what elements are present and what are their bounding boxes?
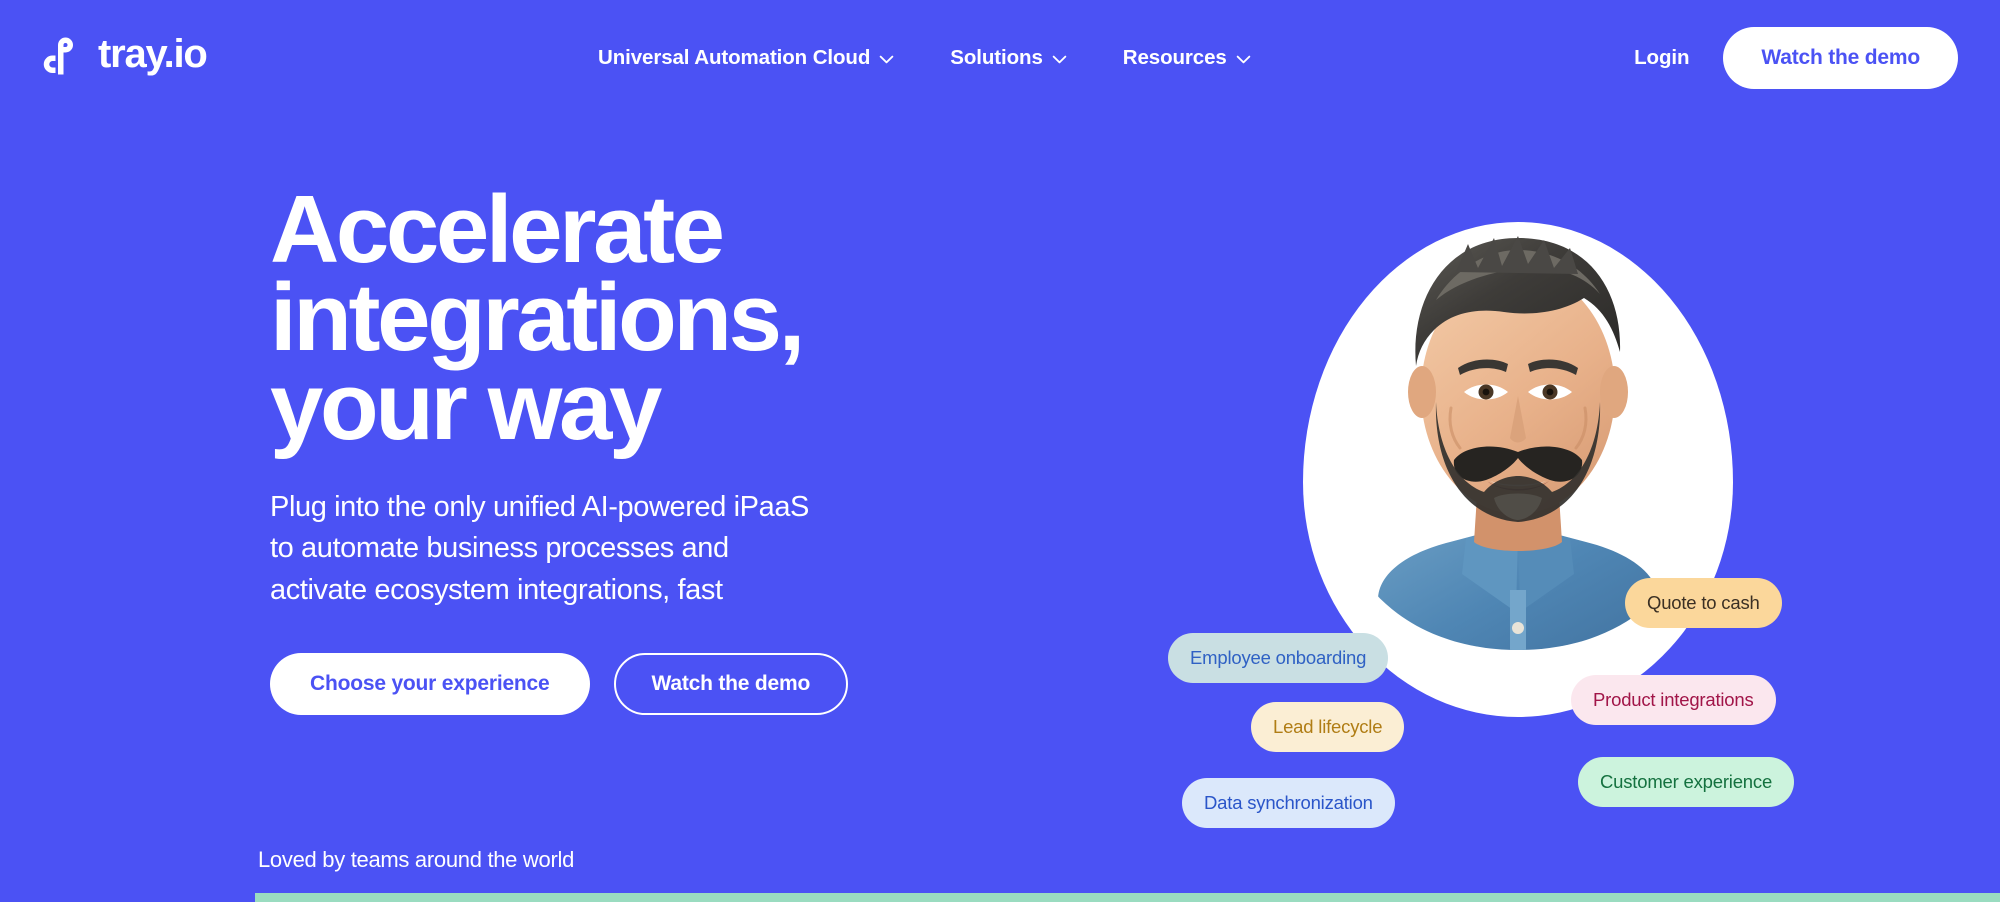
hero-subheadline: Plug into the only unified AI-powered iP… — [270, 490, 809, 606]
choose-your-experience-button[interactable]: Choose your experience — [270, 653, 590, 716]
bottom-accent-strip — [255, 893, 2000, 902]
pill-data-synchronization[interactable]: Data synchronization — [1182, 778, 1395, 828]
nav-item-solutions[interactable]: Solutions — [950, 38, 1067, 78]
hero-visual: Employee onboarding Lead lifecycle Data … — [1140, 180, 2000, 828]
site-header: tray.io Universal Automation Cloud Solut… — [0, 0, 2000, 115]
pill-employee-onboarding[interactable]: Employee onboarding — [1168, 633, 1389, 683]
nav-label: Resources — [1122, 45, 1227, 69]
pill-product-integrations[interactable]: Product integrations — [1571, 675, 1776, 725]
pill-lead-lifecycle[interactable]: Lead lifecycle — [1251, 702, 1405, 752]
hero-headline: Accelerate integrations, your way — [270, 176, 805, 460]
nav-label: Universal Automation Cloud — [598, 45, 871, 69]
nav-item-universal-automation-cloud[interactable]: Universal Automation Cloud — [598, 38, 894, 78]
hero-cta-group: Choose your experience Watch the demo — [270, 653, 990, 716]
main-navigation: Universal Automation Cloud Solutions Res… — [598, 0, 1251, 115]
watch-demo-header-button[interactable]: Watch the demo — [1723, 26, 1958, 89]
nav-item-resources[interactable]: Resources — [1123, 38, 1251, 78]
pill-quote-to-cash[interactable]: Quote to cash — [1625, 578, 1782, 628]
brand-logo-link[interactable]: tray.io — [40, 30, 208, 82]
brand-logo-text: tray.io — [98, 32, 208, 76]
social-proof-label: Loved by teams around the world — [258, 847, 575, 872]
header-actions: Login Watch the demo — [1634, 0, 1958, 115]
chevron-down-icon — [1236, 55, 1250, 63]
tray-infinity-logo-icon — [43, 37, 73, 75]
hero-content: Accelerate integrations, your way Plug i… — [270, 176, 990, 716]
pill-customer-experience[interactable]: Customer experience — [1578, 757, 1795, 807]
watch-the-demo-button[interactable]: Watch the demo — [613, 653, 849, 716]
chevron-down-icon — [879, 55, 894, 63]
nav-label: Solutions — [950, 45, 1043, 69]
login-link[interactable]: Login — [1634, 46, 1689, 70]
chevron-down-icon — [1052, 55, 1067, 63]
